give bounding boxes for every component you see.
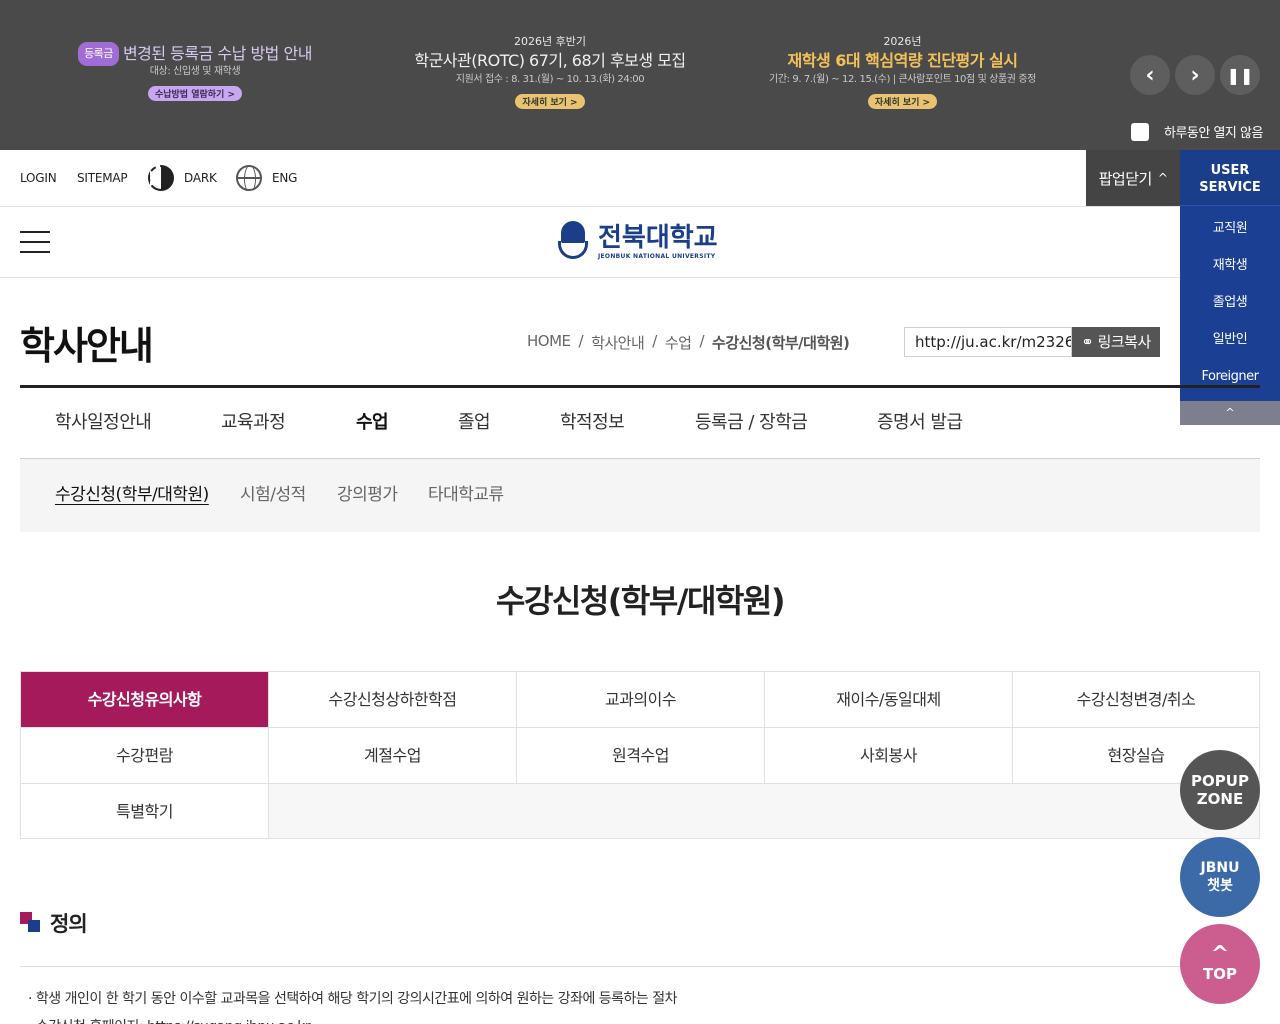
popup-card-tuition[interactable]: 등록금 변경된 등록금 수납 방법 안내 대상: 신입생 및 재학생 수납방법 열… [40, 42, 350, 101]
tab-curriculum[interactable]: 교육과정 [221, 388, 286, 458]
grid-tab-retake[interactable]: 재이수/동일대체 [765, 672, 1013, 728]
popup-card-title: 학군사관(ROTC) 67기, 68기 후보생 모집 [414, 51, 686, 70]
breadcrumb: HOME / 학사안내 / 수업 / 수강신청(학부/대학원) [527, 332, 850, 353]
chevron-left-icon[interactable]: ‹ [1130, 55, 1170, 95]
grid-tab-course-catalog[interactable]: 수강편람 [21, 728, 269, 784]
sub-tabs: 수강신청(학부/대학원) 시험/성적 강의평가 타대학교류 [20, 459, 1260, 532]
user-service-public[interactable]: 일반인 [1180, 321, 1280, 358]
popup-card-title: 재학생 6대 핵심역량 진단평가 실시 [787, 51, 1019, 70]
popup-card-rotc[interactable]: 2026년 후반기 학군사관(ROTC) 67기, 68기 후보생 모집 지원서… [395, 34, 705, 109]
tuition-badge: 등록금 [78, 42, 119, 66]
popup-card-sub: 대상: 신입생 및 재학생 [149, 66, 241, 77]
grid-tab-remote[interactable]: 원격수업 [517, 728, 765, 784]
tab-classes[interactable]: 수업 [356, 388, 389, 458]
no-show-today[interactable]: 하루동안 열지 않음 [1131, 122, 1263, 141]
popup-card-title: 등록금 변경된 등록금 수납 방법 안내 [40, 42, 350, 66]
section-title: 수강신청(학부/대학원) [496, 582, 785, 620]
user-service-alumni[interactable]: 졸업생 [1180, 284, 1280, 321]
grid-tab-change-cancel[interactable]: 수강신청변경/취소 [1013, 672, 1259, 728]
chevron-up-icon: ^ [1157, 171, 1168, 185]
definition-text: · 학생 개인이 한 학기 동안 이수할 교과목을 선택하여 해당 학기의 강의… [28, 991, 678, 1007]
breadcrumb-home[interactable]: HOME [527, 332, 571, 353]
breadcrumb-item[interactable]: 수업 [665, 332, 692, 353]
subtab-course-registration[interactable]: 수강신청(학부/대학원) [55, 459, 209, 532]
popup-card-button[interactable]: 수납방법 열람하기 > [147, 86, 243, 101]
grid-tab-course-completion[interactable]: 교과의이수 [517, 672, 765, 728]
breadcrumb-current: 수강신청(학부/대학원) [712, 334, 850, 352]
emblem-icon [558, 221, 588, 261]
scroll-top-button[interactable]: ^ TOP [1180, 924, 1260, 1004]
contrast-icon [148, 165, 174, 191]
logo-korean: 전북대학교 [598, 222, 718, 253]
english-label: ENG [272, 171, 298, 185]
menu-icon[interactable] [20, 231, 50, 253]
user-service-title: USER SERVICE [1180, 150, 1280, 206]
link-icon: ⚭ [1081, 333, 1094, 351]
tab-certificates[interactable]: 증명서 발급 [877, 388, 963, 458]
popup-banner-strip: 등록금 변경된 등록금 수납 방법 안내 대상: 신입생 및 재학생 수납방법 열… [0, 0, 1280, 150]
subtab-course-evaluation[interactable]: 강의평가 [337, 459, 398, 532]
definition-title: 정의 [50, 912, 88, 936]
popup-card-pre: 2026년 후반기 [514, 35, 586, 48]
content-tab-grid: 수강신청유의사항 수강신청상하한학점 교과의이수 재이수/동일대체 수강신청변경… [20, 671, 1260, 839]
no-show-checkbox[interactable] [1131, 122, 1149, 141]
page-url-field[interactable]: http://ju.ac.kr/m2326 [904, 327, 1072, 357]
pause-icon[interactable]: ❚❚ [1220, 55, 1260, 95]
logo-bar: 전북대학교 JEONBUK NATIONAL UNIVERSITY [0, 207, 1280, 278]
user-service-staff[interactable]: 교직원 [1180, 210, 1280, 247]
tab-records[interactable]: 학적정보 [560, 388, 625, 458]
popup-close-button[interactable]: 팝업닫기 ^ [1086, 150, 1180, 206]
grid-tab-social-service[interactable]: 사회봉사 [765, 728, 1013, 784]
subtab-exchange[interactable]: 타대학교류 [428, 459, 504, 532]
no-show-label: 하루동안 열지 않음 [1164, 126, 1263, 141]
sitemap-link[interactable]: SITEMAP [77, 150, 128, 206]
user-service-panel: USER SERVICE 교직원 재학생 졸업생 일반인 Foreigner ^ [1180, 150, 1280, 425]
dark-mode-label: DARK [184, 171, 217, 185]
dark-mode-toggle[interactable]: DARK [148, 150, 217, 206]
chevron-up-icon: ^ [1210, 942, 1230, 967]
subtab-exams-grades[interactable]: 시험/성적 [240, 459, 306, 532]
grid-tab-special-semester[interactable]: 특별학기 [21, 784, 269, 838]
popup-card-sub: 기간: 9. 7.(월) ~ 12. 15.(수) | 큰사람포인트 10점 및… [769, 74, 1036, 85]
tab-tuition-scholarship[interactable]: 등록금 / 장학금 [695, 388, 808, 458]
user-service-student[interactable]: 재학생 [1180, 247, 1280, 284]
page-title: 학사안내 [20, 324, 154, 368]
main-tabs: 학사일정안내 교육과정 수업 졸업 학적정보 등록금 / 장학금 증명서 발급 [20, 388, 1260, 459]
tab-graduation[interactable]: 졸업 [458, 388, 491, 458]
english-link[interactable]: ENG [236, 150, 297, 206]
tab-academic-calendar[interactable]: 학사일정안내 [55, 388, 152, 458]
login-link[interactable]: LOGIN [20, 150, 57, 206]
grid-tab-registration-notes[interactable]: 수강신청유의사항 [21, 672, 269, 728]
popup-card-competency[interactable]: 2026년 재학생 6대 핵심역량 진단평가 실시 기간: 9. 7.(월) ~… [750, 34, 1055, 109]
popup-card-sub: 지원서 접수 : 8. 31.(월) ~ 10. 13.(화) 24:00 [455, 74, 645, 85]
popup-card-button[interactable]: 자세히 보기 > [867, 94, 938, 109]
grid-tab-credit-limits[interactable]: 수강신청상하한학점 [269, 672, 517, 728]
section-bullet-icon [20, 912, 40, 932]
chatbot-button[interactable]: JBNU 챗봇 [1180, 837, 1260, 917]
definition-text-homepage: · 수강신청 홈페이지: https://sugang.jbnu.ac.kr [28, 1016, 311, 1024]
breadcrumb-item[interactable]: 학사안내 [591, 332, 645, 353]
chevron-right-icon[interactable]: › [1175, 55, 1215, 95]
popup-card-pre: 2026년 [883, 35, 922, 48]
definition-divider [20, 966, 1260, 967]
popup-card-button[interactable]: 자세히 보기 > [515, 94, 585, 109]
popup-zone-button[interactable]: POPUP ZONE [1180, 750, 1260, 830]
globe-icon [236, 165, 262, 191]
logo-english: JEONBUK NATIONAL UNIVERSITY [598, 252, 716, 260]
grid-tab-seasonal[interactable]: 계절수업 [269, 728, 517, 784]
university-logo[interactable]: 전북대학교 JEONBUK NATIONAL UNIVERSITY [558, 221, 718, 261]
copy-link-button[interactable]: ⚭ 링크복사 [1072, 327, 1160, 357]
